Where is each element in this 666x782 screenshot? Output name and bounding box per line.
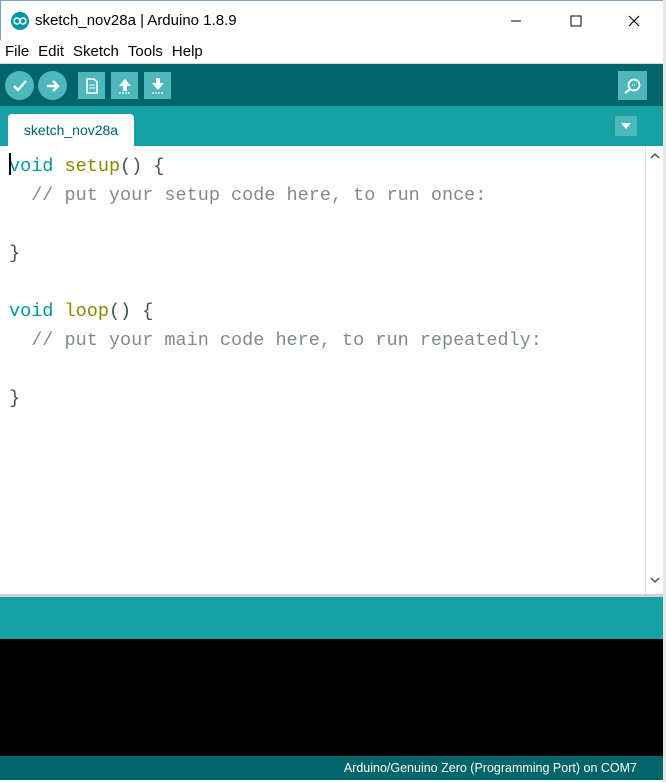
comment-loop: // put your main code here, to run repea… bbox=[9, 330, 542, 351]
keyword-void: void bbox=[9, 301, 54, 322]
scroll-up-icon[interactable] bbox=[649, 150, 661, 162]
upload-button[interactable] bbox=[38, 71, 67, 100]
serial-monitor-icon bbox=[623, 78, 640, 94]
code-editor[interactable]: void setup() { // put your setup code he… bbox=[0, 146, 645, 594]
status-bar bbox=[0, 597, 663, 639]
code-text: void setup() { // put your setup code he… bbox=[9, 152, 542, 413]
keyword-void: void bbox=[9, 156, 54, 177]
maximize-button[interactable] bbox=[547, 5, 605, 37]
comment-setup: // put your setup code here, to run once… bbox=[9, 185, 487, 206]
upload-arrow-icon bbox=[46, 79, 60, 92]
menu-bar: File Edit Sketch Tools Help bbox=[0, 40, 663, 64]
menu-tools[interactable]: Tools bbox=[124, 41, 167, 63]
toolbar bbox=[0, 64, 663, 106]
board-footer: Arduino/Genuino Zero (Programming Port) … bbox=[0, 756, 663, 780]
text-caret bbox=[9, 153, 11, 175]
board-port-label: Arduino/Genuino Zero (Programming Port) … bbox=[343, 761, 637, 775]
vertical-scrollbar[interactable] bbox=[645, 146, 663, 594]
minimize-button[interactable] bbox=[487, 5, 545, 37]
open-up-arrow-icon bbox=[118, 78, 131, 94]
menu-edit[interactable]: Edit bbox=[34, 41, 68, 63]
function-setup: setup bbox=[64, 156, 121, 177]
serial-monitor-button[interactable] bbox=[618, 71, 647, 100]
menu-file[interactable]: File bbox=[1, 41, 33, 63]
code-text-setup-close: } bbox=[9, 243, 21, 264]
save-down-arrow-icon bbox=[151, 77, 164, 94]
tab-bar: sketch_nov28a bbox=[0, 106, 663, 146]
arduino-logo-icon bbox=[11, 12, 29, 30]
menu-help[interactable]: Help bbox=[168, 41, 207, 63]
save-button[interactable] bbox=[144, 72, 171, 99]
title-bar: sketch_nov28a | Arduino 1.8.9 bbox=[0, 0, 663, 40]
code-text-loop-close: } bbox=[9, 388, 21, 409]
function-loop: loop bbox=[64, 301, 109, 322]
verify-button[interactable] bbox=[5, 71, 34, 100]
new-button[interactable] bbox=[78, 72, 105, 99]
window-title: sketch_nov28a | Arduino 1.8.9 bbox=[35, 12, 237, 29]
code-text-loop-open: () { bbox=[108, 301, 154, 322]
close-button[interactable] bbox=[605, 5, 663, 37]
verify-icon bbox=[12, 79, 27, 92]
code-text-setup-open: () { bbox=[120, 156, 165, 177]
scroll-down-icon[interactable] bbox=[649, 574, 661, 586]
new-file-icon bbox=[85, 77, 98, 94]
tab-menu-button[interactable] bbox=[615, 116, 637, 136]
tab-sketch[interactable]: sketch_nov28a bbox=[8, 114, 134, 146]
chevron-down-icon bbox=[621, 123, 631, 129]
open-button[interactable] bbox=[111, 72, 138, 99]
console-output[interactable] bbox=[0, 639, 663, 756]
menu-sketch[interactable]: Sketch bbox=[69, 41, 123, 63]
